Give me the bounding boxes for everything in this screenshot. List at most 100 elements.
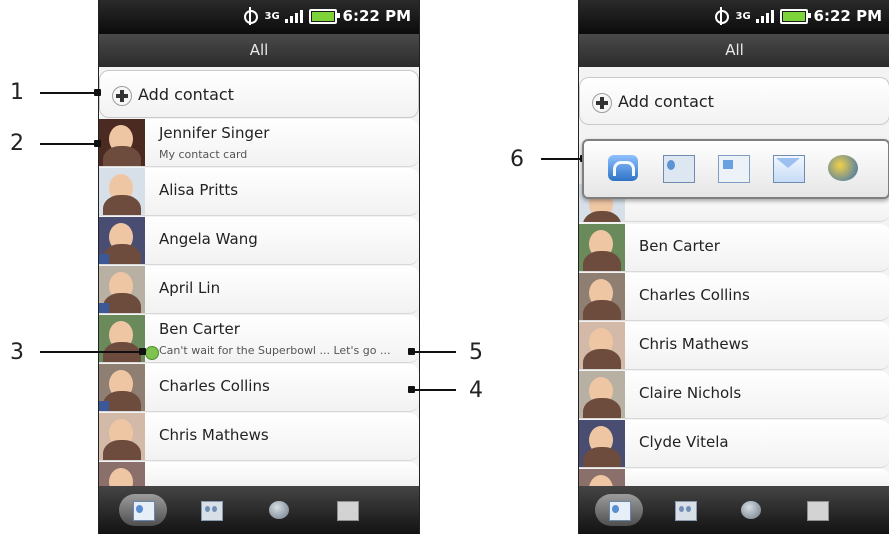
map-icon[interactable] (828, 155, 858, 181)
status-bar: 3G 6:22 PM (99, 0, 419, 34)
list-item[interactable]: April Lin (99, 266, 419, 314)
tab-groups[interactable] (187, 494, 235, 526)
contact-list[interactable]: Add contact Alisa Pritts Ben Carter Char… (579, 67, 889, 487)
bottom-tab-bar (579, 486, 889, 534)
groups-icon (675, 501, 697, 521)
contact-name: Charles Collins (159, 377, 270, 395)
callout-number-4: 4 (469, 378, 483, 403)
quick-contact-bar (582, 139, 889, 199)
avatar (579, 371, 625, 418)
contact-name: Jennifer Singer (159, 124, 270, 142)
signal-strength-icon (284, 9, 303, 23)
callout-cap-2 (94, 140, 101, 147)
tab-call-history[interactable] (323, 494, 371, 526)
status-icons: 3G 6:22 PM (712, 7, 882, 25)
signal-strength-icon (755, 9, 774, 23)
groups-icon (201, 501, 223, 521)
list-item[interactable]: Ben Carter Can't wait for the Superbowl … (99, 315, 419, 363)
list-item[interactable]: Chris Mathews (579, 322, 889, 370)
facebook-icon (99, 303, 109, 313)
list-item[interactable]: Claire Nichols (579, 371, 889, 419)
contact-card-icon[interactable] (663, 155, 695, 183)
facebook-icon (99, 401, 109, 411)
plus-icon (592, 93, 612, 113)
callout-number-5: 5 (469, 340, 483, 365)
add-contact-label: Add contact (138, 85, 234, 104)
contact-list[interactable]: Add contact Jennifer Singer My contact c… (99, 67, 419, 487)
contact-status-message: Can't wait for the Superbowl ... Let's g… (159, 344, 391, 357)
list-item[interactable] (579, 469, 889, 487)
status-time: 6:22 PM (342, 7, 411, 25)
plus-icon (112, 86, 132, 106)
contact-name: Claire Nichols (639, 384, 742, 402)
status-time: 6:22 PM (813, 7, 882, 25)
list-item[interactable]: Angela Wang (99, 217, 419, 265)
list-item[interactable]: Chris Mathews (99, 413, 419, 461)
online-status-icon (145, 346, 159, 360)
contacts-icon (133, 501, 155, 521)
contact-row-my-card[interactable]: Jennifer Singer My contact card (99, 119, 419, 167)
avatar (99, 315, 145, 362)
list-item[interactable]: Alisa Pritts (99, 168, 419, 216)
callout-line-6 (541, 158, 581, 160)
right-phone-screen: 3G 6:22 PM All Add contact Alisa Pritts … (578, 0, 889, 534)
tab-contacts[interactable] (595, 494, 643, 526)
page-title: All (99, 34, 419, 67)
add-contact-button[interactable]: Add contact (579, 77, 889, 125)
gps-icon (241, 7, 259, 25)
tab-online-directories[interactable] (727, 494, 775, 526)
status-bar: 3G 6:22 PM (579, 0, 889, 34)
avatar (579, 420, 625, 467)
contact-name: Angela Wang (159, 230, 258, 248)
phone-call-icon[interactable] (608, 155, 638, 181)
callout-number-1: 1 (10, 80, 24, 105)
globe-icon (269, 501, 289, 519)
callout-number-3: 3 (10, 340, 24, 365)
list-item[interactable]: Ben Carter (579, 224, 889, 272)
callout-cap-1 (94, 89, 101, 96)
calllog-icon (807, 501, 829, 521)
network-type-label: 3G (264, 10, 280, 22)
battery-icon (779, 8, 811, 24)
callout-line-2 (40, 143, 95, 145)
avatar (99, 462, 145, 487)
contact-name: Ben Carter (639, 237, 720, 255)
contact-name: Clyde Vitela (639, 433, 729, 451)
avatar (579, 224, 625, 271)
calllog-icon (337, 501, 359, 521)
callout-line-4 (414, 389, 456, 391)
left-phone-screen: 3G 6:22 PM All Add contact Jennifer Sing… (98, 0, 420, 534)
callout-line-5 (414, 351, 456, 353)
avatar (99, 168, 145, 215)
list-item[interactable]: Clyde Vitela (579, 420, 889, 468)
tab-contacts[interactable] (119, 494, 167, 526)
tab-groups[interactable] (661, 494, 709, 526)
callout-number-2: 2 (10, 131, 24, 156)
globe-icon (741, 501, 761, 519)
avatar (99, 119, 145, 166)
network-type-label: 3G (735, 10, 751, 22)
avatar (579, 273, 625, 320)
contact-name: Charles Collins (639, 286, 750, 304)
email-icon[interactable] (773, 155, 805, 183)
contact-name: Chris Mathews (639, 335, 749, 353)
contact-name: April Lin (159, 279, 221, 297)
callout-line-3 (40, 351, 141, 353)
list-item[interactable] (99, 462, 419, 487)
tab-call-history[interactable] (793, 494, 841, 526)
avatar (99, 413, 145, 460)
message-icon[interactable] (718, 155, 750, 183)
page-title: All (579, 34, 889, 67)
contact-name: Ben Carter (159, 320, 240, 338)
bottom-tab-bar (99, 486, 419, 534)
figure-canvas: 3G 6:22 PM All Add contact Jennifer Sing… (0, 0, 889, 534)
add-contact-label: Add contact (618, 92, 714, 111)
list-item[interactable]: Charles Collins (99, 364, 419, 412)
callout-cap-3 (139, 348, 146, 355)
callout-line-1 (40, 92, 95, 94)
tab-online-directories[interactable] (255, 494, 303, 526)
add-contact-button[interactable]: Add contact (99, 70, 419, 118)
callout-number-6: 6 (510, 147, 524, 172)
list-item[interactable]: Charles Collins (579, 273, 889, 321)
contacts-icon (609, 501, 631, 521)
